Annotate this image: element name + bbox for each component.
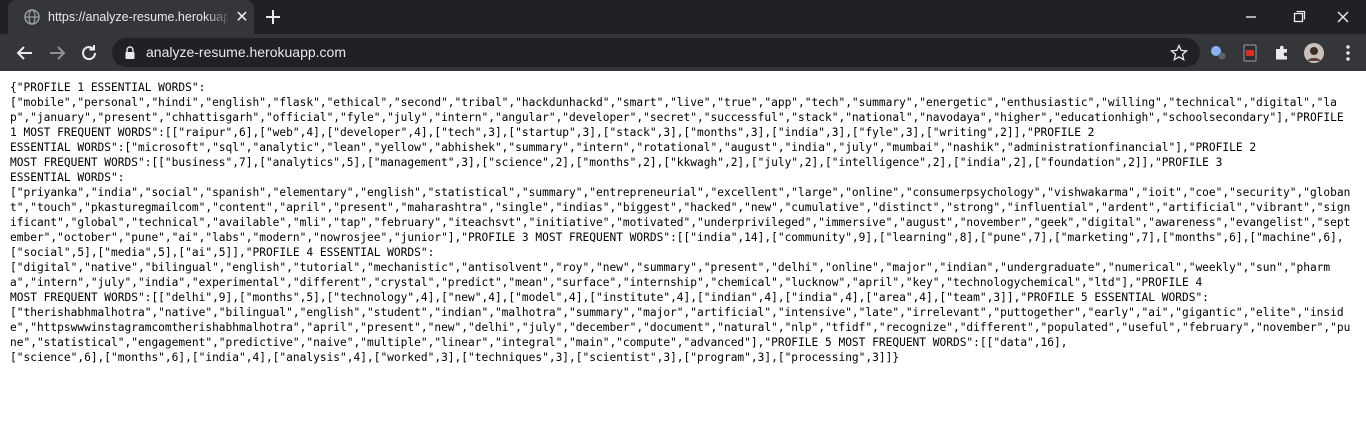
restore-window-icon[interactable] — [1276, 4, 1322, 30]
browser-tab-active[interactable]: https://analyze-resume.herokuap ✕ — [8, 0, 254, 34]
close-window-icon[interactable] — [1320, 4, 1366, 30]
url-text[interactable]: analyze-resume.herokuapp.com — [146, 44, 346, 61]
minimize-window-icon[interactable] — [1228, 4, 1274, 30]
address-bar[interactable]: analyze-resume.herokuapp.com — [112, 38, 1200, 67]
extension-icon[interactable] — [1208, 43, 1228, 63]
bookmark-star-icon[interactable] — [1170, 44, 1188, 62]
json-response-text: {"PROFILE 1 ESSENTIAL WORDS": ["mobile",… — [10, 81, 1351, 364]
browser-tab-strip: https://analyze-resume.herokuap ✕ — [0, 0, 1366, 34]
pdf-extension-icon[interactable] — [1240, 43, 1260, 63]
lock-icon[interactable] — [124, 46, 136, 60]
close-tab-icon[interactable]: ✕ — [234, 9, 250, 25]
reload-icon[interactable] — [77, 41, 101, 65]
new-tab-icon[interactable] — [262, 6, 284, 28]
profile-avatar-icon[interactable] — [1304, 43, 1324, 63]
puzzle-extensions-icon[interactable] — [1272, 43, 1292, 63]
browser-toolbar: analyze-resume.herokuapp.com — [0, 34, 1366, 71]
more-menu-icon[interactable] — [1338, 43, 1358, 63]
globe-icon — [24, 9, 40, 25]
page-content: {"PROFILE 1 ESSENTIAL WORDS": ["mobile",… — [0, 71, 1366, 446]
tab-title: https://analyze-resume.herokuap — [48, 10, 228, 24]
tab-title-fade — [204, 9, 232, 25]
forward-arrow-icon[interactable] — [45, 41, 69, 65]
back-arrow-icon[interactable] — [13, 41, 37, 65]
